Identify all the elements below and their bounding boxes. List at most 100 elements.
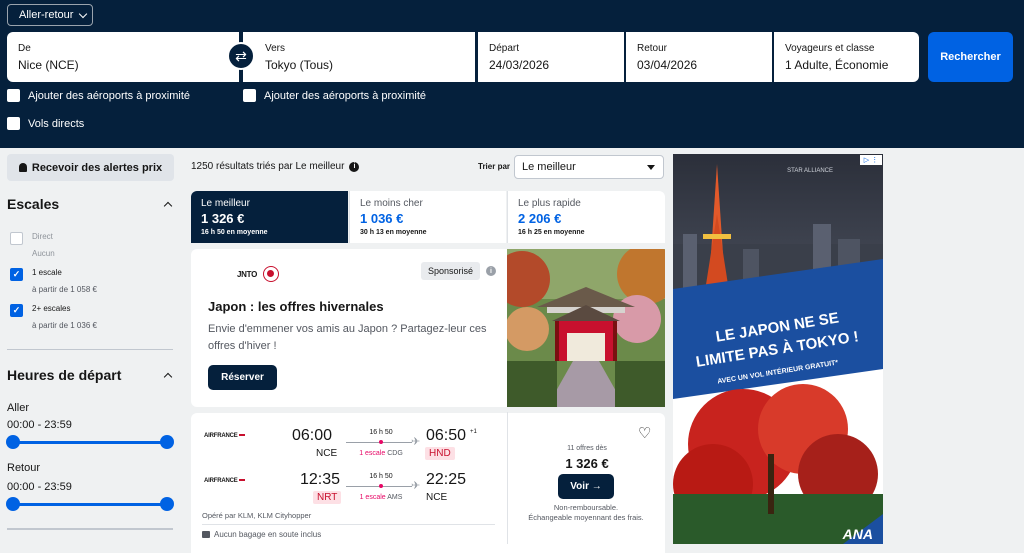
stop-dot [379,440,383,444]
chevron-up-icon[interactable] [163,201,173,211]
sort-label: Trier par [478,162,511,171]
swap-airports-icon[interactable]: ⇄ [227,42,255,70]
day-offset: +1 [470,429,477,435]
baggage-info: Aucun bagage en soute inclus [202,530,321,539]
bell-icon [18,163,27,172]
checkmark-icon[interactable]: ✓ [10,304,23,317]
checkmark-icon[interactable]: ✓ [10,268,23,281]
view-deal-button[interactable]: Voir → [558,474,614,499]
divider [7,528,173,530]
info-icon[interactable]: i [349,161,360,172]
promo-title: Japon : les offres hivernales [208,299,384,314]
search-button[interactable]: Rechercher [928,32,1013,82]
travellers-label: Voyageurs et classe [785,43,875,54]
stop-label: 2+ escales [32,304,71,313]
tab-title: Le plus rapide [518,198,581,209]
promo-description: Envie d'emmener vos amis au Japon ? Part… [208,323,487,352]
tab-cheapest[interactable]: Le moins cher 1 036 € 30 h 13 en moyenne [349,191,506,243]
divider [202,524,495,525]
arr-airport: HND [425,447,455,460]
trip-type-label: Aller-retour [19,9,74,21]
ana-ad-banner[interactable]: LE JAPON NE SE LIMITE PAS À TOKYO ! AVEC… [673,154,883,544]
outbound-slider[interactable] [6,435,174,449]
offers-count: 11 offres dès [567,445,607,452]
slider-handle-min[interactable] [6,435,20,449]
dep-time: 12:35 [300,471,341,488]
tab-title: Le meilleur [201,198,250,209]
slider-handle-max[interactable] [160,497,174,511]
tab-price: 1 326 € [201,211,245,226]
checkbox-icon[interactable] [243,89,256,102]
from-label: De [18,43,31,54]
sponsored-badge: Sponsorisé [421,262,481,280]
inbound-label: Retour [7,462,41,474]
stop-via: AMS [387,494,403,501]
stop-sub: Aucun [32,249,55,258]
slider-handle-max[interactable] [160,435,174,449]
divider [7,349,173,350]
plane-icon: ✈ [411,480,421,492]
leg-duration: 16 h 50 [369,473,393,480]
sort-value: Le meilleur [522,161,576,173]
star-alliance-logo: STAR ALLIANCE [787,168,833,174]
travellers-field[interactable]: Voyageurs et classe 1 Adulte, Économie [774,32,919,82]
stop-info: 1 escale AMS [346,494,416,501]
tab-duration: 16 h 50 en moyenne [201,229,268,236]
nearby-from-label: Ajouter des aéroports à proximité [28,89,191,102]
stop-via: CDG [387,450,403,457]
tab-fastest[interactable]: Le plus rapide 2 206 € 16 h 25 en moyenn… [507,191,665,243]
reserve-button[interactable]: Réserver [208,365,277,390]
slider-handle-min[interactable] [6,497,20,511]
tab-duration: 16 h 25 en moyenne [518,229,585,236]
checkbox-icon[interactable] [10,232,23,245]
trip-type-select[interactable]: Aller-retour [7,4,93,26]
nearby-from-checkbox[interactable]: Ajouter des aéroports à proximité [7,89,190,102]
depart-date-field[interactable]: Départ 24/03/2026 [478,32,624,82]
results-count-text: 1250 résultats triés par Le meilleur [191,161,345,172]
stop-sub: à partir de 1 036 € [32,321,97,330]
dep-airport: NRT [313,491,342,504]
stop-label: Direct [32,232,53,241]
stop-option-1[interactable]: ✓ 1 escale à partir de 1 058 € [10,268,97,294]
ana-logo: ANA [842,526,873,542]
jnto-logo: JNTO [237,270,257,279]
checkbox-icon[interactable] [7,117,20,130]
arr-time: 22:25 [426,471,467,488]
tab-duration: 30 h 13 en moyenne [360,229,427,236]
stop-dot [379,484,383,488]
info-icon[interactable]: i [486,266,496,276]
nearby-to-checkbox[interactable]: Ajouter des aéroports à proximité [243,89,426,102]
to-field[interactable]: Vers Tokyo (Tous) [243,32,475,82]
plane-icon: ✈ [411,436,421,448]
stop-option-2plus[interactable]: ✓ 2+ escales à partir de 1 036 € [10,304,97,330]
chevron-up-icon[interactable] [163,372,173,382]
leg-duration: 16 h 50 [369,429,393,436]
tab-best[interactable]: Le meilleur 1 326 € 16 h 50 en moyenne [191,191,348,243]
from-field[interactable]: De Nice (NCE) [7,32,239,82]
tab-title: Le moins cher [360,198,423,209]
direct-flights-checkbox[interactable]: Vols directs [7,117,84,130]
outbound-label: Aller [7,402,30,414]
nearby-to-label: Ajouter des aéroports à proximité [264,89,427,102]
direct-flights-label: Vols directs [28,117,85,130]
to-value: Tokyo (Tous) [265,58,334,72]
return-value: 03/04/2026 [637,58,698,72]
return-date-field[interactable]: Retour 03/04/2026 [626,32,772,82]
inbound-slider[interactable] [6,497,174,511]
stop-option-direct[interactable]: Direct Aucun [10,232,55,258]
sort-select[interactable]: Le meilleur [514,155,664,179]
checkbox-icon[interactable] [7,89,20,102]
price-alerts-button[interactable]: Recevoir des alertes prix [7,154,174,181]
dep-airport: NCE [316,448,338,459]
suitcase-icon [202,531,210,538]
airline-name: AIRFRANCE [204,433,238,439]
stops-title: Escales [7,196,60,212]
airline-mark-icon [238,479,245,482]
arr-airport: NCE [426,492,448,503]
price-alerts-label: Recevoir des alertes prix [31,161,163,174]
ad-choices-icon[interactable]: ▷ ⋮ [860,155,882,165]
divider [507,412,508,544]
heart-icon[interactable]: ♡ [638,424,651,442]
stop-count: 1 escale [359,450,386,457]
fare-conditions: Non-remboursable. Échangeable moyennant … [515,503,657,523]
